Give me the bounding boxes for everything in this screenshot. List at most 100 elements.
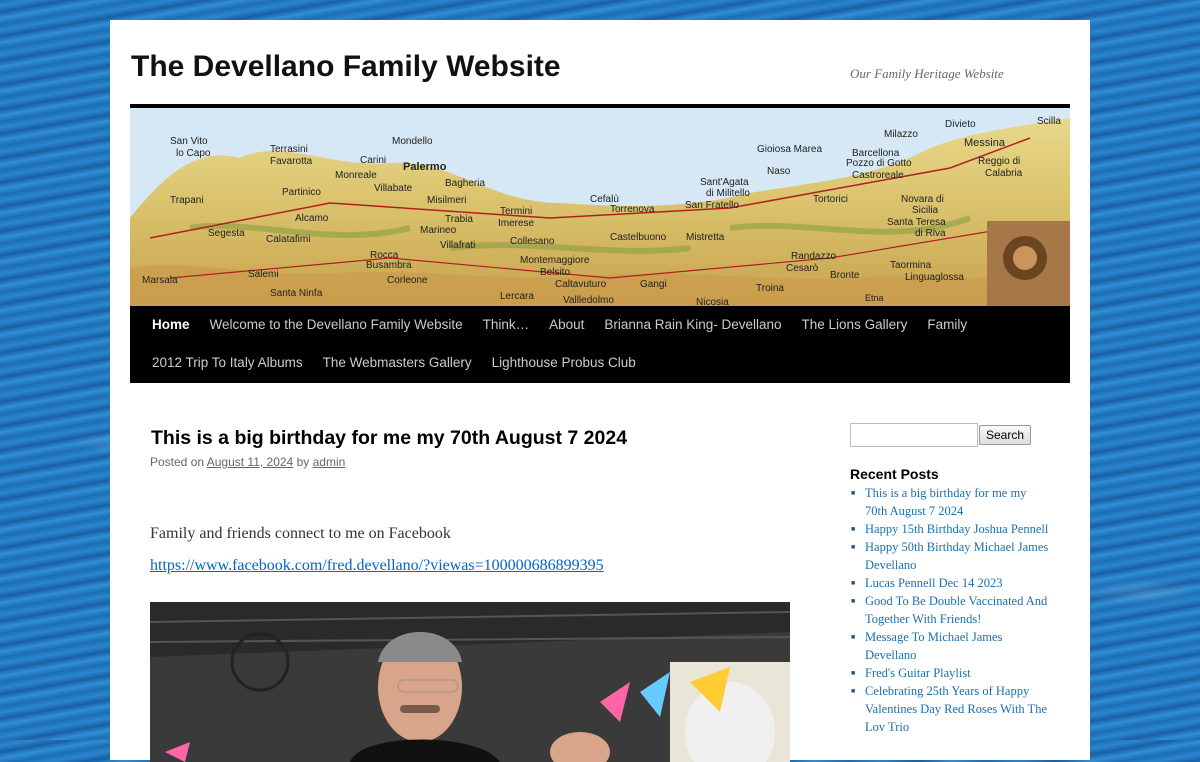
svg-text:Sicilia: Sicilia	[912, 205, 939, 216]
birthday-photo-image	[150, 602, 790, 762]
svg-text:Randazzo: Randazzo	[791, 251, 836, 262]
nav-item-webmasters-gallery[interactable]: The Webmasters Gallery	[313, 344, 482, 382]
header-banner-map[interactable]: San Vito lo Capo Terrasini Favarotta Monde…	[130, 108, 1070, 306]
recent-post-item: Lucas Pennell Dec 14 2023	[850, 574, 1050, 592]
recent-posts-list: This is a big birthday for me my 70th Au…	[850, 484, 1050, 736]
svg-text:San Vito: San Vito	[170, 136, 208, 147]
svg-text:di Militello: di Militello	[706, 188, 750, 199]
svg-text:Divieto: Divieto	[945, 119, 976, 130]
search-input[interactable]	[850, 423, 978, 447]
svg-text:Belsito: Belsito	[540, 267, 570, 278]
recent-post-link[interactable]: Good To Be Double Vaccinated And Togethe…	[865, 594, 1047, 626]
facebook-link[interactable]: https://www.facebook.com/fred.devellano/…	[150, 557, 604, 575]
svg-text:Reggio di: Reggio di	[978, 156, 1020, 167]
svg-text:Gioiosa Marea: Gioiosa Marea	[757, 144, 822, 155]
nav-item-italy-albums[interactable]: 2012 Trip To Italy Albums	[142, 344, 313, 382]
recent-posts-heading: Recent Posts	[850, 466, 939, 482]
sicily-map-image: San Vitolo Capo TerrasiniFavarotta Monde…	[130, 108, 1070, 306]
recent-post-link[interactable]: Happy 50th Birthday Michael James Devell…	[865, 540, 1048, 572]
svg-text:Marineo: Marineo	[420, 225, 457, 236]
site-title[interactable]: The Devellano Family Website	[131, 50, 561, 84]
search-button[interactable]: Search	[979, 425, 1032, 445]
post-meta: Posted on August 11, 2024 by admin	[150, 455, 345, 469]
svg-text:Sant'Agata: Sant'Agata	[700, 177, 749, 188]
svg-text:Montemaggiore: Montemaggiore	[520, 255, 590, 266]
recent-post-link[interactable]: Happy 15th Birthday Joshua Pennell	[865, 522, 1048, 536]
post-title[interactable]: This is a big birthday for me my 70th Au…	[151, 427, 627, 450]
svg-text:Santa Teresa: Santa Teresa	[887, 217, 946, 228]
svg-text:Villafrati: Villafrati	[440, 240, 475, 251]
recent-post-item: This is a big birthday for me my 70th Au…	[850, 484, 1050, 520]
svg-text:Tortorici: Tortorici	[813, 194, 848, 205]
posted-on-label: Posted on	[150, 455, 205, 469]
svg-text:Alcamo: Alcamo	[295, 213, 329, 224]
nav-item-lighthouse-probus[interactable]: Lighthouse Probus Club	[482, 344, 646, 382]
svg-text:Castroreale: Castroreale	[852, 170, 904, 181]
recent-post-link[interactable]: Lucas Pennell Dec 14 2023	[865, 576, 1002, 590]
svg-text:Troina: Troina	[756, 283, 784, 294]
svg-text:Partinico: Partinico	[282, 187, 321, 198]
svg-text:Salemi: Salemi	[248, 269, 279, 280]
svg-text:Termini: Termini	[500, 206, 532, 217]
main-navigation: Home Welcome to the Devellano Family Web…	[130, 306, 1070, 383]
nav-item-brianna[interactable]: Brianna Rain King- Devellano	[594, 306, 791, 344]
site-description: Our Family Heritage Website	[850, 66, 1004, 81]
svg-text:Collesano: Collesano	[510, 236, 555, 247]
svg-text:Misilmeri: Misilmeri	[427, 195, 466, 206]
nav-item-welcome[interactable]: Welcome to the Devellano Family Website	[200, 306, 473, 344]
recent-post-link[interactable]: This is a big birthday for me my 70th Au…	[865, 486, 1026, 518]
svg-text:Bagheria: Bagheria	[445, 178, 485, 189]
svg-text:di Riva: di Riva	[915, 228, 946, 239]
recent-post-item: Celebrating 25th Years of Happy Valentin…	[850, 682, 1050, 736]
svg-text:Trabia: Trabia	[445, 214, 473, 225]
svg-text:San Fratello: San Fratello	[685, 200, 739, 211]
recent-post-item: Fred's Guitar Playlist	[850, 664, 1050, 682]
recent-post-link[interactable]: Message To Michael James Devellano	[865, 630, 1002, 662]
svg-text:Mistretta: Mistretta	[686, 232, 725, 243]
recent-post-item: Happy 50th Birthday Michael James Devell…	[850, 538, 1050, 574]
nav-item-home[interactable]: Home	[142, 306, 200, 344]
svg-text:Milazzo: Milazzo	[884, 129, 918, 140]
svg-text:Caltavuturo: Caltavuturo	[555, 279, 607, 290]
svg-text:Etna: Etna	[865, 293, 884, 303]
svg-text:Carini: Carini	[360, 155, 386, 166]
svg-text:Nicosia: Nicosia	[696, 297, 729, 306]
svg-text:Mondello: Mondello	[392, 136, 433, 147]
svg-text:Naso: Naso	[767, 166, 791, 177]
post-author-link[interactable]: admin	[313, 455, 346, 469]
svg-text:Imerese: Imerese	[498, 218, 535, 229]
svg-text:Favarotta: Favarotta	[270, 156, 313, 167]
svg-text:Messina: Messina	[964, 137, 1006, 149]
svg-text:Castelbuono: Castelbuono	[610, 232, 667, 243]
svg-text:Novara di: Novara di	[901, 194, 944, 205]
svg-text:Terrasini: Terrasini	[270, 144, 308, 155]
nav-item-family[interactable]: Family	[917, 306, 977, 344]
recent-post-item: Good To Be Double Vaccinated And Togethe…	[850, 592, 1050, 628]
page-container: The Devellano Family Website Our Family …	[110, 20, 1090, 762]
nav-row-1: Home Welcome to the Devellano Family Web…	[142, 306, 977, 344]
recent-post-item: Happy 15th Birthday Joshua Pennell	[850, 520, 1050, 538]
svg-text:Cesarò: Cesarò	[786, 263, 819, 274]
nav-item-about[interactable]: About	[539, 306, 594, 344]
svg-text:Corleone: Corleone	[387, 275, 428, 286]
svg-text:Gangi: Gangi	[640, 279, 667, 290]
svg-text:Santa Ninfa: Santa Ninfa	[270, 288, 323, 299]
svg-text:Villabate: Villabate	[374, 183, 413, 194]
svg-text:Segesta: Segesta	[208, 228, 245, 239]
svg-text:Vallledolmo: Vallledolmo	[563, 295, 614, 306]
svg-text:Lercara: Lercara	[500, 291, 534, 302]
svg-text:lo Capo: lo Capo	[176, 148, 211, 159]
svg-text:Calabria: Calabria	[985, 168, 1023, 179]
post-photo	[150, 602, 790, 762]
svg-text:Scilla: Scilla	[1037, 116, 1061, 127]
nav-item-think[interactable]: Think…	[473, 306, 540, 344]
recent-post-item: Message To Michael James Devellano	[850, 628, 1050, 664]
recent-post-link[interactable]: Fred's Guitar Playlist	[865, 666, 971, 680]
nav-item-lions-gallery[interactable]: The Lions Gallery	[792, 306, 918, 344]
recent-post-link[interactable]: Celebrating 25th Years of Happy Valentin…	[865, 684, 1047, 734]
post-date-link[interactable]: August 11, 2024	[207, 455, 294, 469]
svg-text:Trapani: Trapani	[170, 195, 204, 206]
svg-text:Pozzo di Gotto: Pozzo di Gotto	[846, 158, 912, 169]
post-body-text: Family and friends connect to me on Face…	[150, 525, 451, 542]
svg-text:Palermo: Palermo	[403, 161, 447, 173]
